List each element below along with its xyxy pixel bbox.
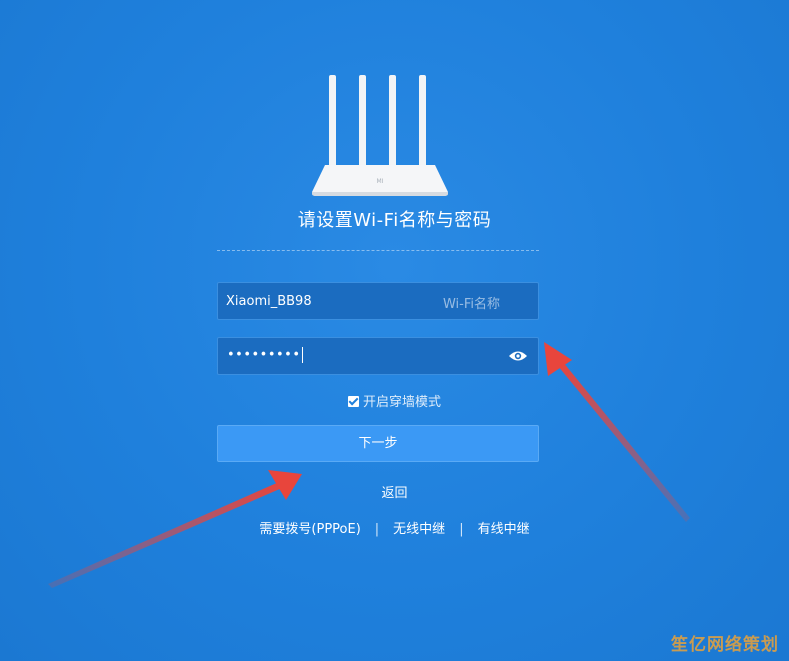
wall-mode-label[interactable]: 开启穿墙模式 <box>363 395 441 410</box>
wifi-name-input[interactable] <box>226 283 426 319</box>
link-separator: | <box>374 522 380 537</box>
password-masked-value: ••••••••• <box>227 347 301 363</box>
wifi-name-field[interactable]: Wi-Fi名称 <box>217 282 539 320</box>
watermark: 笙亿网络策划 <box>671 635 779 655</box>
setup-page: MI 请设置Wi-Fi名称与密码 Wi-Fi名称 ••••••••• 开启穿墙模… <box>0 0 789 661</box>
pppoe-link[interactable]: 需要拨号(PPPoE) <box>259 522 360 537</box>
wall-mode-option: 开启穿墙模式 <box>0 391 789 410</box>
wired-relay-link[interactable]: 有线中继 <box>478 522 530 537</box>
divider <box>217 250 539 251</box>
wifi-password-field[interactable]: ••••••••• <box>217 337 539 375</box>
router-illustration: MI <box>312 75 448 196</box>
wall-mode-checkbox[interactable] <box>347 396 359 407</box>
eye-icon[interactable] <box>508 349 528 363</box>
back-link[interactable]: 返回 <box>381 486 407 501</box>
wireless-relay-link[interactable]: 无线中继 <box>393 522 445 537</box>
password-input[interactable]: ••••••••• <box>227 347 303 363</box>
router-logo-text: MI <box>377 178 384 185</box>
page-title: 请设置Wi-Fi名称与密码 <box>297 210 492 231</box>
back-link-row: 返回 <box>0 482 789 501</box>
link-separator: | <box>459 522 464 537</box>
wifi-name-hint: Wi-Fi名称 <box>442 297 500 312</box>
next-button[interactable]: 下一步 <box>217 425 539 462</box>
connection-mode-links: 需要拨号(PPPoE) | 无线中继 | 有线中继 <box>0 518 789 537</box>
text-caret <box>301 347 303 363</box>
